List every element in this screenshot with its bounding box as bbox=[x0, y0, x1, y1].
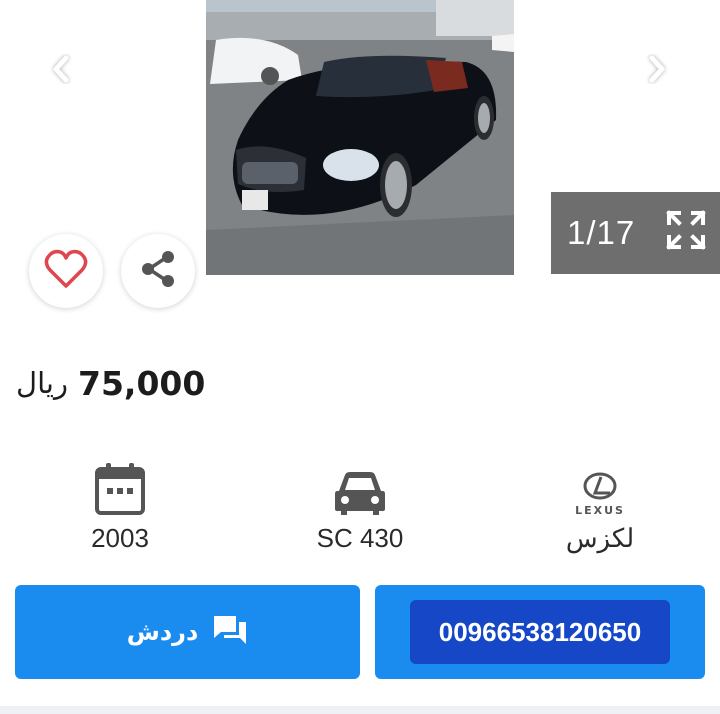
spec-model: SC 430 bbox=[260, 455, 460, 554]
call-button[interactable]: 00966538120650 bbox=[375, 585, 705, 679]
car-icon bbox=[333, 455, 387, 517]
spec-make-value: لكزس bbox=[565, 523, 635, 553]
share-icon bbox=[139, 249, 177, 293]
fullscreen-icon[interactable] bbox=[666, 210, 706, 250]
bottom-divider bbox=[0, 706, 720, 714]
chat-button[interactable]: دردش bbox=[15, 585, 360, 679]
chat-label: دردش bbox=[126, 618, 199, 646]
share-button[interactable] bbox=[121, 234, 195, 308]
svg-text:LEXUS: LEXUS bbox=[575, 504, 625, 517]
car-photo[interactable] bbox=[206, 0, 514, 275]
calendar-icon bbox=[94, 455, 146, 517]
favorite-button[interactable] bbox=[29, 234, 103, 308]
chevron-left-icon[interactable] bbox=[44, 52, 78, 86]
price-amount: 75,000 bbox=[77, 363, 206, 403]
spec-make: LEXUS لكزس bbox=[500, 455, 700, 554]
chat-icon bbox=[212, 614, 248, 650]
phone-number[interactable]: 00966538120650 bbox=[410, 600, 670, 664]
chevron-right-icon[interactable] bbox=[640, 52, 674, 86]
heart-icon bbox=[43, 248, 89, 294]
lexus-logo-icon: LEXUS bbox=[565, 455, 635, 517]
photo-counter-text: 1/17 bbox=[567, 214, 636, 251]
spec-year-value: 2003 bbox=[91, 523, 149, 553]
price-currency: ريال bbox=[16, 366, 68, 400]
spec-model-value: SC 430 bbox=[316, 523, 404, 553]
spec-year: 2003 bbox=[20, 455, 220, 554]
photo-counter: 1/17 bbox=[551, 192, 720, 274]
listing-price: 75,000 ريال bbox=[16, 358, 205, 408]
image-gallery[interactable]: 1/17 bbox=[0, 0, 720, 330]
